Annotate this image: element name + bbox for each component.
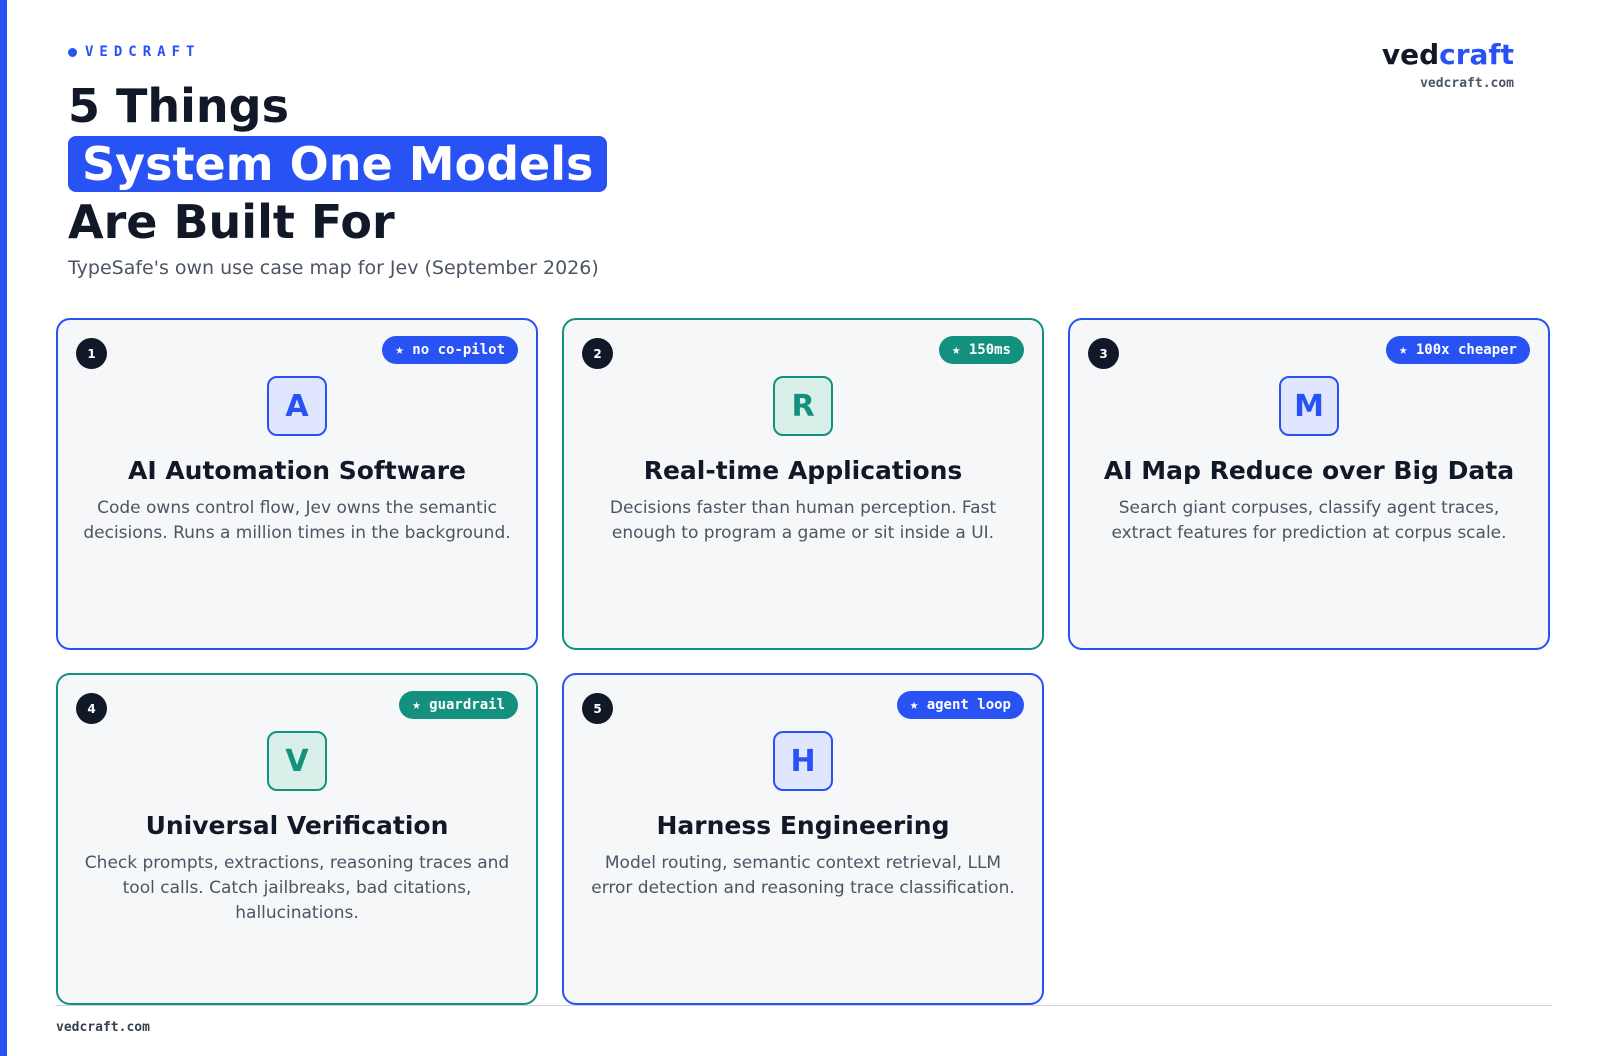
page-title: 5 Things System One Models Are Built For bbox=[68, 78, 608, 250]
brand-url: vedcraft.com bbox=[1420, 76, 1514, 91]
card-tag: ★ no co-pilot bbox=[382, 336, 518, 364]
card-letter-icon: V bbox=[267, 731, 327, 791]
brand-logo-part2: craft bbox=[1439, 38, 1514, 71]
brand-logo-part1: ved bbox=[1381, 38, 1440, 71]
title-line-3: Are Built For bbox=[68, 195, 395, 249]
card-tag: ★ 150ms bbox=[938, 336, 1024, 364]
title-highlight: System One Models bbox=[68, 136, 608, 192]
card-description: Decisions faster than human perception. … bbox=[609, 498, 997, 543]
card-description: Model routing, semantic context retrieva… bbox=[591, 853, 1015, 898]
card-title: AI Automation Software bbox=[127, 456, 466, 485]
card-title: Universal Verification bbox=[145, 811, 449, 840]
use-case-card-5: 5 ★ agent loop H Harness Engineering Mod… bbox=[562, 673, 1044, 1005]
card-letter-icon: M bbox=[1279, 376, 1339, 436]
card-letter-icon: R bbox=[773, 376, 833, 436]
card-description: Code owns control flow, Jev owns the sem… bbox=[83, 498, 511, 543]
use-case-card-2: 2 ★ 150ms R Real-time Applications Decis… bbox=[562, 318, 1044, 650]
card-number-badge: 2 bbox=[582, 338, 613, 369]
card-letter-icon: H bbox=[773, 731, 833, 791]
card-tag: ★ agent loop bbox=[896, 691, 1024, 719]
card-description: Search giant corpuses, classify agent tr… bbox=[1111, 498, 1507, 543]
card-letter-icon: A bbox=[267, 376, 327, 436]
footer-divider bbox=[56, 1005, 1552, 1006]
use-case-card-4: 4 ★ guardrail V Universal Verification C… bbox=[56, 673, 538, 1005]
eyebrow-text: VEDCRAFT bbox=[85, 44, 201, 60]
eyebrow: VEDCRAFT bbox=[68, 44, 200, 60]
card-description: Check prompts, extractions, reasoning tr… bbox=[84, 853, 510, 923]
card-title: Harness Engineering bbox=[656, 811, 950, 840]
use-case-card-3: 3 ★ 100x cheaper M AI Map Reduce over Bi… bbox=[1068, 318, 1550, 650]
card-number-badge: 4 bbox=[76, 693, 107, 724]
card-number-badge: 1 bbox=[76, 338, 107, 369]
page-subtitle: TypeSafe's own use case map for Jev (Sep… bbox=[68, 257, 599, 279]
card-title: AI Map Reduce over Big Data bbox=[1103, 456, 1515, 485]
brand: vedcraft vedcraft.com bbox=[1382, 38, 1514, 91]
card-number-badge: 3 bbox=[1088, 338, 1119, 369]
card-tag: ★ 100x cheaper bbox=[1385, 336, 1530, 364]
use-case-card-1: 1 ★ no co-pilot A AI Automation Software… bbox=[56, 318, 538, 650]
left-accent-bar bbox=[0, 0, 7, 1056]
brand-logo: vedcraft bbox=[1382, 38, 1514, 72]
card-tag: ★ guardrail bbox=[399, 691, 518, 719]
title-line-1: 5 Things bbox=[68, 79, 289, 133]
card-number-badge: 5 bbox=[582, 693, 613, 724]
eyebrow-dot-icon bbox=[68, 47, 77, 57]
footer-url: vedcraft.com bbox=[56, 1020, 150, 1035]
card-title: Real-time Applications bbox=[643, 456, 963, 485]
